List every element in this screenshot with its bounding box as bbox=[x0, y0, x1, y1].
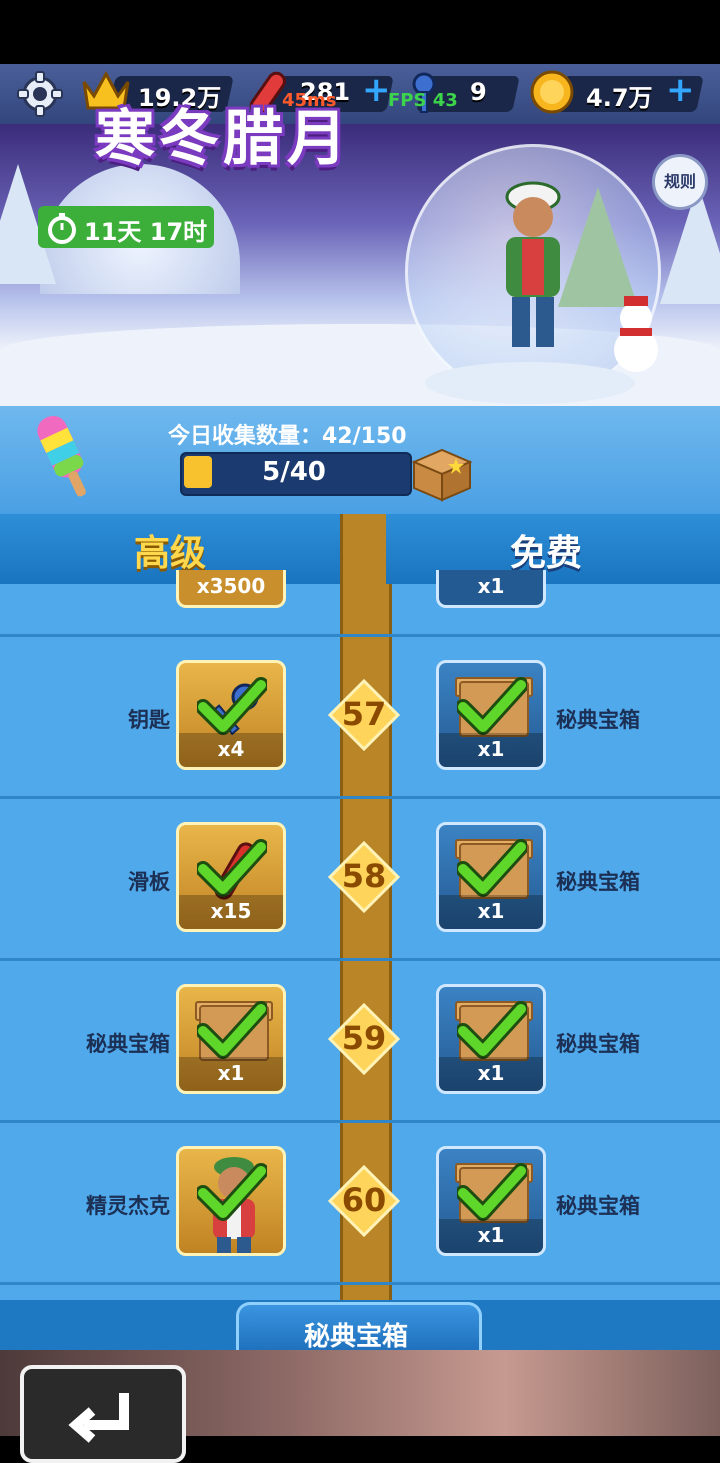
premium-reward-name: 钥匙 bbox=[128, 708, 170, 732]
premium-reward-name: 滑板 bbox=[128, 870, 170, 894]
premium-reward-name: 精灵杰克 bbox=[86, 1194, 170, 1218]
check-icon bbox=[457, 677, 527, 735]
reward-row: 秘典宝箱 x1 59 x1 秘典宝箱 bbox=[0, 984, 720, 1094]
premium-reward-tile[interactable]: x4 bbox=[176, 660, 286, 770]
gear-icon[interactable] bbox=[16, 70, 64, 118]
reward-count: x3500 bbox=[196, 574, 266, 598]
status-bar bbox=[0, 0, 720, 64]
fps-readout: FPS 43 bbox=[388, 90, 458, 111]
level-number: 60 bbox=[341, 1181, 387, 1219]
reward-count: x15 bbox=[179, 895, 283, 929]
back-button[interactable] bbox=[20, 1365, 186, 1463]
row-divider bbox=[0, 796, 720, 799]
reward-count: x4 bbox=[179, 733, 283, 767]
premium-reward-name: 秘典宝箱 bbox=[86, 1032, 170, 1056]
check-icon bbox=[457, 1163, 527, 1221]
reward-count: x1 bbox=[439, 895, 543, 929]
row-divider bbox=[0, 634, 720, 637]
reward-row: 钥匙 x4 57 x1 秘典宝箱 bbox=[0, 660, 720, 770]
free-reward-tile[interactable]: x1 bbox=[436, 822, 546, 932]
free-reward-name: 秘典宝箱 bbox=[556, 708, 640, 732]
timer-text: 11天 17时 bbox=[84, 218, 208, 246]
check-icon bbox=[457, 839, 527, 897]
check-icon bbox=[457, 1001, 527, 1059]
row-divider bbox=[0, 958, 720, 961]
back-icon bbox=[68, 1393, 129, 1443]
check-icon bbox=[197, 1001, 267, 1059]
free-reward-name: 秘典宝箱 bbox=[556, 1032, 640, 1056]
premium-reward-tile[interactable]: x15 bbox=[176, 822, 286, 932]
reward-count: x1 bbox=[179, 1057, 283, 1091]
snowman-icon bbox=[614, 296, 658, 372]
plus-icon[interactable]: + bbox=[666, 70, 695, 110]
plus-icon[interactable]: + bbox=[362, 70, 391, 110]
free-reward-name: 秘典宝箱 bbox=[556, 870, 640, 894]
free-reward-tile[interactable]: x1 bbox=[436, 660, 546, 770]
chest-icon[interactable] bbox=[410, 444, 474, 502]
coin-icon bbox=[530, 70, 574, 114]
premium-reward-tile[interactable] bbox=[176, 1146, 286, 1256]
daily-collect-label: 今日收集数量：42/150 bbox=[168, 424, 407, 449]
check-icon bbox=[197, 677, 267, 735]
globe-base bbox=[425, 362, 635, 404]
premium-reward-tile[interactable]: x1 bbox=[176, 984, 286, 1094]
reward-row: 滑板 x15 58 x1 秘典宝箱 bbox=[0, 822, 720, 932]
keys-count: 9 bbox=[470, 78, 487, 106]
row-divider bbox=[0, 1120, 720, 1123]
coins-count: 4.7万 bbox=[586, 84, 653, 112]
xmas-tree bbox=[558, 187, 638, 307]
popsicle-icon bbox=[37, 415, 86, 497]
premium-tier-label: 高级 bbox=[133, 533, 206, 574]
free-reward-tile[interactable]: x1 bbox=[436, 984, 546, 1094]
level-number: 59 bbox=[341, 1019, 387, 1057]
mystery-chest-tab-label: 秘典宝箱 bbox=[303, 1322, 408, 1352]
free-reward-tile[interactable]: x1 bbox=[436, 1146, 546, 1256]
row-divider bbox=[0, 1282, 720, 1285]
check-icon bbox=[197, 1163, 267, 1221]
reward-count: x1 bbox=[439, 1219, 543, 1253]
reward-count: x1 bbox=[439, 733, 543, 767]
check-icon bbox=[197, 839, 267, 897]
reward-count: x1 bbox=[477, 574, 505, 598]
stopwatch-icon bbox=[48, 213, 76, 244]
reward-row: 精灵杰克 60 x1 秘典宝箱 bbox=[0, 1146, 720, 1256]
level-number: 57 bbox=[341, 695, 387, 733]
free-tier-label: 免费 bbox=[509, 533, 582, 574]
reward-count: x1 bbox=[439, 1057, 543, 1091]
event-title: 寒冬腊月 bbox=[95, 104, 351, 174]
free-reward-name: 秘典宝箱 bbox=[556, 1194, 640, 1218]
rules-button[interactable]: 规则 bbox=[652, 154, 708, 210]
level-number: 58 bbox=[341, 857, 387, 895]
progress-text: 5/40 bbox=[262, 457, 326, 487]
